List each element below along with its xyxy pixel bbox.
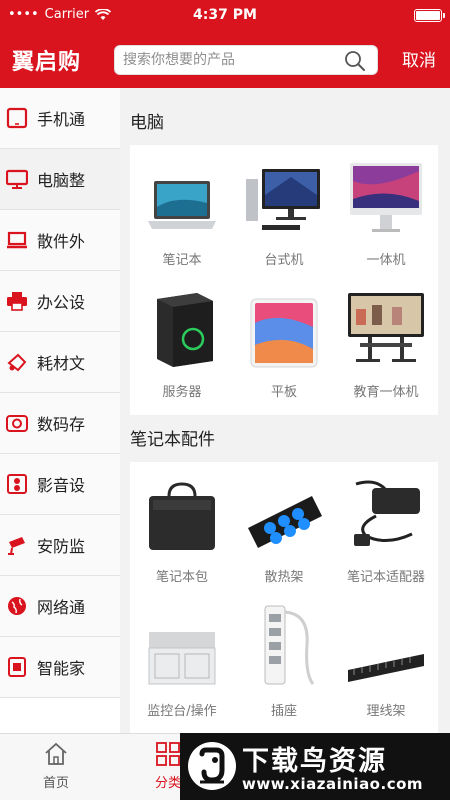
product-education-aio[interactable]: 教育一体机 [336, 277, 436, 405]
phone-icon [4, 105, 30, 131]
printer-icon [4, 288, 30, 314]
cctv-icon [4, 532, 30, 558]
section-title-laptop-accessories: 笔记本配件 [130, 430, 215, 450]
sidebar-item-label: 智能家 [37, 659, 86, 678]
sidebar-item-digital[interactable]: 数码存 [0, 393, 120, 454]
home-icon [45, 742, 67, 765]
battery-icon [414, 9, 445, 22]
sidebar-item-label: 安防监 [37, 537, 86, 556]
clock: 4:37 PM [193, 7, 257, 23]
status-bar: •••• Carrier 4:37 PM [0, 0, 450, 32]
product-tablet[interactable]: 平板 [234, 277, 334, 405]
product-name: 监控台/操作 [147, 704, 217, 719]
search-icon[interactable] [343, 49, 367, 73]
sidebar-item-phones[interactable]: 手机通 [0, 88, 120, 149]
product-name: 笔记本适配器 [346, 570, 425, 585]
sidebar-item-label: 耗材文 [37, 354, 86, 373]
ink-icon [4, 349, 30, 375]
product-laptop[interactable]: 笔记本 [132, 145, 232, 273]
bird-logo-icon [188, 742, 236, 790]
product-name: 教育一体机 [353, 385, 419, 400]
sidebar-item-audio[interactable]: 影音设 [0, 454, 120, 515]
product-cooling-stand[interactable]: 散热架 [234, 462, 334, 590]
laptop-adapter-image [346, 474, 426, 554]
product-card-computers: 笔记本 台式机 一体机 服务器 平板 教育一体机 [130, 145, 438, 415]
product-name: 一体机 [366, 253, 406, 268]
globe-icon [4, 593, 30, 619]
search-box[interactable] [114, 45, 378, 75]
laptop-bag-image [142, 474, 222, 554]
smart-home-icon [4, 654, 30, 680]
sidebar-item-office[interactable]: 办公设 [0, 271, 120, 332]
product-server[interactable]: 服务器 [132, 277, 232, 405]
product-card-laptop-accessories: 笔记本包 散热架 笔记本适配器 监控台/操作 插座 理线架 [130, 462, 438, 733]
speaker-icon [4, 471, 30, 497]
product-name: 笔记本 [162, 253, 202, 268]
laptop-icon [4, 227, 30, 253]
product-monitoring-console[interactable]: 监控台/操作 [132, 596, 232, 724]
app-header: 翼启购 取消 [0, 32, 450, 88]
product-name: 台式机 [264, 253, 304, 268]
sidebar-item-label: 手机通 [37, 110, 86, 129]
app-logo: 翼启购 [12, 49, 82, 75]
tab-label: 首页 [42, 776, 69, 791]
product-name: 服务器 [162, 385, 202, 400]
sidebar-item-parts[interactable]: 散件外 [0, 210, 120, 271]
product-laptop-adapter[interactable]: 笔记本适配器 [336, 462, 436, 590]
monitoring-console-image [142, 608, 222, 688]
product-desktop[interactable]: 台式机 [234, 145, 334, 273]
power-strip-image [244, 605, 324, 688]
sidebar-item-network[interactable]: 网络通 [0, 576, 120, 637]
product-name: 插座 [270, 704, 297, 719]
sidebar-item-supplies[interactable]: 耗材文 [0, 332, 120, 393]
product-name: 理线架 [366, 704, 406, 719]
education-aio-image [346, 289, 426, 369]
product-name: 平板 [270, 385, 297, 400]
tablet-image [244, 289, 324, 369]
server-image [142, 289, 222, 369]
camera-icon [4, 410, 30, 436]
sidebar-item-label: 数码存 [37, 415, 86, 434]
product-laptop-bag[interactable]: 笔记本包 [132, 462, 232, 590]
product-name: 散热架 [264, 570, 304, 585]
category-sidebar: 手机通 电脑整 散件外 办公设 耗材文 数码存 影音设 安防监 网络通 智能家 [0, 88, 120, 733]
sidebar-item-label: 影音设 [37, 476, 86, 495]
desktop-image [244, 157, 324, 237]
laptop-image [142, 157, 222, 237]
search-input[interactable] [123, 46, 333, 74]
sidebar-item-label: 电脑整 [37, 171, 86, 190]
sidebar-item-security[interactable]: 安防监 [0, 515, 120, 576]
section-title-computers: 电脑 [130, 113, 164, 133]
sidebar-item-label: 网络通 [37, 598, 86, 617]
product-all-in-one[interactable]: 一体机 [336, 145, 436, 273]
monitor-icon [4, 166, 30, 192]
sidebar-item-label: 办公设 [37, 293, 86, 312]
tab-home[interactable]: 首页 [26, 740, 86, 791]
cancel-button[interactable]: 取消 [402, 46, 436, 71]
cable-manager-image [346, 608, 426, 688]
product-power-strip[interactable]: 插座 [234, 596, 334, 724]
product-name: 笔记本包 [155, 570, 208, 585]
watermark-banner: 下载鸟资源 www.xiazainiao.com [180, 733, 450, 800]
watermark-url: www.xiazainiao.com [242, 775, 424, 793]
category-icon [156, 742, 180, 766]
sidebar-item-computers[interactable]: 电脑整 [0, 149, 120, 210]
category-content: 电脑 笔记本 台式机 一体机 服务器 平板 教育一体机 笔记本配件 笔记本包 散… [120, 88, 450, 733]
sidebar-item-smart-home[interactable]: 智能家 [0, 637, 120, 698]
cooling-stand-image [244, 474, 324, 554]
watermark-title: 下载鸟资源 [242, 746, 387, 777]
product-cable-manager[interactable]: 理线架 [336, 596, 436, 724]
all-in-one-image [346, 157, 426, 237]
sidebar-item-label: 散件外 [37, 232, 86, 251]
